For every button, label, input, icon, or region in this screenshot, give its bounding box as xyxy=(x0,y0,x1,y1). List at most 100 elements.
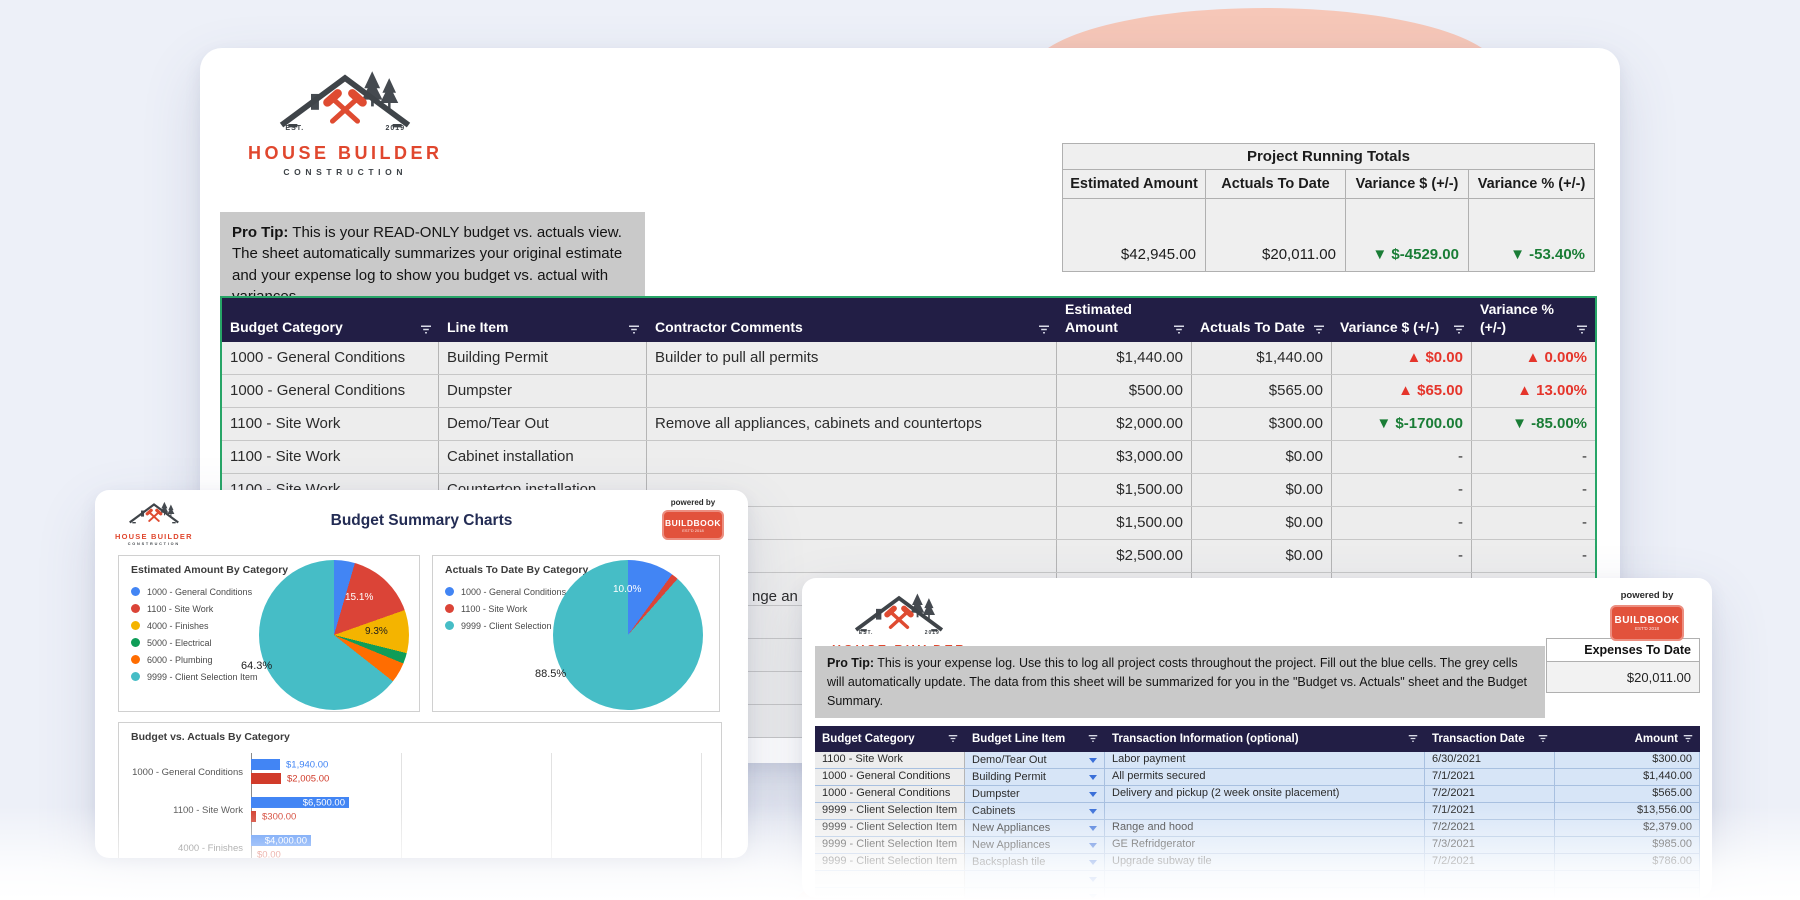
bar xyxy=(251,811,256,822)
table-row: 1100 - Site WorkCabinet installation $3,0… xyxy=(222,441,1595,474)
pie-chart xyxy=(553,560,703,710)
sheet-cell: Demo/Tear Out xyxy=(439,408,647,440)
bar xyxy=(251,759,280,770)
sheet-cell: - xyxy=(1332,507,1472,539)
filter-icon[interactable] xyxy=(628,325,640,334)
company-logo: EST. 2019 HOUSE BUILDER CONSTRUCTION xyxy=(248,66,443,177)
sheet-cell: Cabinets xyxy=(965,803,1105,819)
sheet-cell xyxy=(1425,888,1555,898)
sheet-cell: 1000 - General Conditions xyxy=(815,786,965,802)
legend-item: 1000 - General Conditions xyxy=(131,583,258,600)
legend-item: 9999 - Client Selection Item xyxy=(131,668,258,685)
sheet-cell: Dumpster xyxy=(439,375,647,407)
filter-icon[interactable] xyxy=(420,325,432,334)
filter-icon[interactable] xyxy=(1576,325,1588,334)
legend-dot xyxy=(445,587,454,596)
budget-table-header-row: Budget Category Line Item Contractor Com… xyxy=(222,296,1595,342)
chart-title: Actuals To Date By Category xyxy=(445,564,588,576)
dropdown-arrow-icon[interactable] xyxy=(1089,894,1097,899)
logo-subtitle: CONSTRUCTION xyxy=(115,542,193,546)
sheet-cell: GE Refridgerator xyxy=(1105,837,1425,853)
sheet-cell: ▼ -85.00% xyxy=(1472,408,1595,440)
dropdown-arrow-icon[interactable] xyxy=(1089,826,1097,831)
filter-icon[interactable] xyxy=(1038,325,1050,334)
dropdown-arrow-icon[interactable] xyxy=(1089,775,1097,780)
sheet-cell: $1,440.00 xyxy=(1555,769,1700,785)
filter-icon[interactable] xyxy=(1313,325,1325,334)
bar-value-label: $2,005.00 xyxy=(287,773,329,784)
filter-icon[interactable] xyxy=(1408,735,1418,743)
pro-tip-note: Pro Tip: This is your expense log. Use t… xyxy=(815,646,1545,718)
dropdown-arrow-icon[interactable] xyxy=(1089,877,1097,882)
sheet-cell: 7/1/2021 xyxy=(1425,803,1555,819)
legend-dot xyxy=(131,587,140,596)
filter-icon[interactable] xyxy=(948,735,958,743)
sheet-cell: ▲ 13.00% xyxy=(1472,375,1595,407)
filter-icon[interactable] xyxy=(1453,325,1465,334)
table-row: 1000 - General ConditionsBuilding Permit… xyxy=(222,342,1595,375)
sheet-cell: $2,500.00 xyxy=(1057,540,1192,572)
sheet-cell: Builder to pull all permits xyxy=(647,342,1057,374)
sheet-cell xyxy=(815,888,965,898)
pie-slice-label: 10.0% xyxy=(613,584,641,595)
sheet-cell: 7/2/2021 xyxy=(1425,854,1555,870)
filter-icon[interactable] xyxy=(1088,735,1098,743)
dropdown-arrow-icon[interactable] xyxy=(1089,843,1097,848)
filter-icon[interactable] xyxy=(1538,735,1548,743)
table-row xyxy=(815,888,1700,898)
sheet-cell: Range and hood xyxy=(1105,820,1425,836)
clipped-row-text: nge an xyxy=(752,588,798,605)
column-header: Estimated Amount xyxy=(1063,170,1206,199)
column-header-variance-pct: Variance % (+/-) xyxy=(1472,298,1595,342)
dropdown-arrow-icon[interactable] xyxy=(1089,758,1097,763)
expense-log-card: EST. 2019 HOUSE BUILDER CONSTRUCTION pow… xyxy=(802,578,1712,898)
filter-icon[interactable] xyxy=(1173,325,1185,334)
legend-item: 1000 - General Conditions xyxy=(445,583,572,600)
dropdown-arrow-icon[interactable] xyxy=(1089,792,1097,797)
sheet-cell: $786.00 xyxy=(1555,854,1700,870)
column-header-budget-line-item: Budget Line Item xyxy=(965,726,1105,752)
house-logo-icon: EST. 2019 xyxy=(853,590,945,645)
sheet-cell: 1100 - Site Work xyxy=(222,408,439,440)
column-header-contractor-comments: Contractor Comments xyxy=(647,298,1057,342)
pie-chart-actuals-box: Actuals To Date By Category 1000 - Gener… xyxy=(432,555,720,712)
dropdown-arrow-icon[interactable] xyxy=(1089,860,1097,865)
sheet-cell: 6/30/2021 xyxy=(1425,752,1555,768)
logo-name: HOUSE BUILDER xyxy=(115,532,193,541)
sheet-cell: $500.00 xyxy=(1057,375,1192,407)
sheet-cell: Cabinet installation xyxy=(439,441,647,473)
sheet-cell: Building Permit xyxy=(439,342,647,374)
legend-dot xyxy=(131,672,140,681)
sheet-cell xyxy=(815,871,965,887)
sheet-cell: 1100 - Site Work xyxy=(222,441,439,473)
table-row xyxy=(815,871,1700,888)
legend-dot xyxy=(131,604,140,613)
pro-tip-text: This is your READ-ONLY budget vs. actual… xyxy=(232,224,622,305)
logo-name: HOUSE BUILDER xyxy=(248,143,443,164)
sheet-cell xyxy=(647,375,1057,407)
sheet-cell: $0.00 xyxy=(1192,474,1332,506)
total-variance-pct: ▼ -53.40% xyxy=(1469,199,1594,271)
bar-value-label: $0.00 xyxy=(257,849,281,858)
bar-category-label: 1100 - Site Work xyxy=(119,797,243,823)
bar-chart-row: 1000 - General Conditions$1,940.00$2,005… xyxy=(119,759,721,785)
filter-icon[interactable] xyxy=(1683,735,1693,743)
table-row: 1000 - General ConditionsBuilding Permit… xyxy=(815,769,1700,786)
sheet-cell: $3,000.00 xyxy=(1057,441,1192,473)
bar-category-label: 1000 - General Conditions xyxy=(119,759,243,785)
chart-legend: 1000 - General Conditions1100 - Site Wor… xyxy=(131,583,258,685)
running-totals-header-row: Estimated Amount Actuals To Date Varianc… xyxy=(1063,170,1594,199)
sheet-cell: Labor payment xyxy=(1105,752,1425,768)
pro-tip-label: Pro Tip: xyxy=(827,656,874,670)
bar-value-label: $4,000.00 xyxy=(265,835,307,846)
sheet-cell: Demo/Tear Out xyxy=(965,752,1105,768)
dropdown-arrow-icon[interactable] xyxy=(1089,809,1097,814)
sheet-cell: 9999 - Client Selection Item xyxy=(815,820,965,836)
legend-dot xyxy=(445,621,454,630)
total-estimated-value: $42,945.00 xyxy=(1063,199,1206,271)
powered-by-badge: powered by BUILDBOOK EST'D 2018 xyxy=(1610,590,1684,641)
running-totals-table: Project Running Totals Estimated Amount … xyxy=(1062,143,1595,272)
table-row: 9999 - Client Selection ItemNew Applianc… xyxy=(815,837,1700,854)
sheet-cell: $300.00 xyxy=(1192,408,1332,440)
sheet-cell: - xyxy=(1332,474,1472,506)
